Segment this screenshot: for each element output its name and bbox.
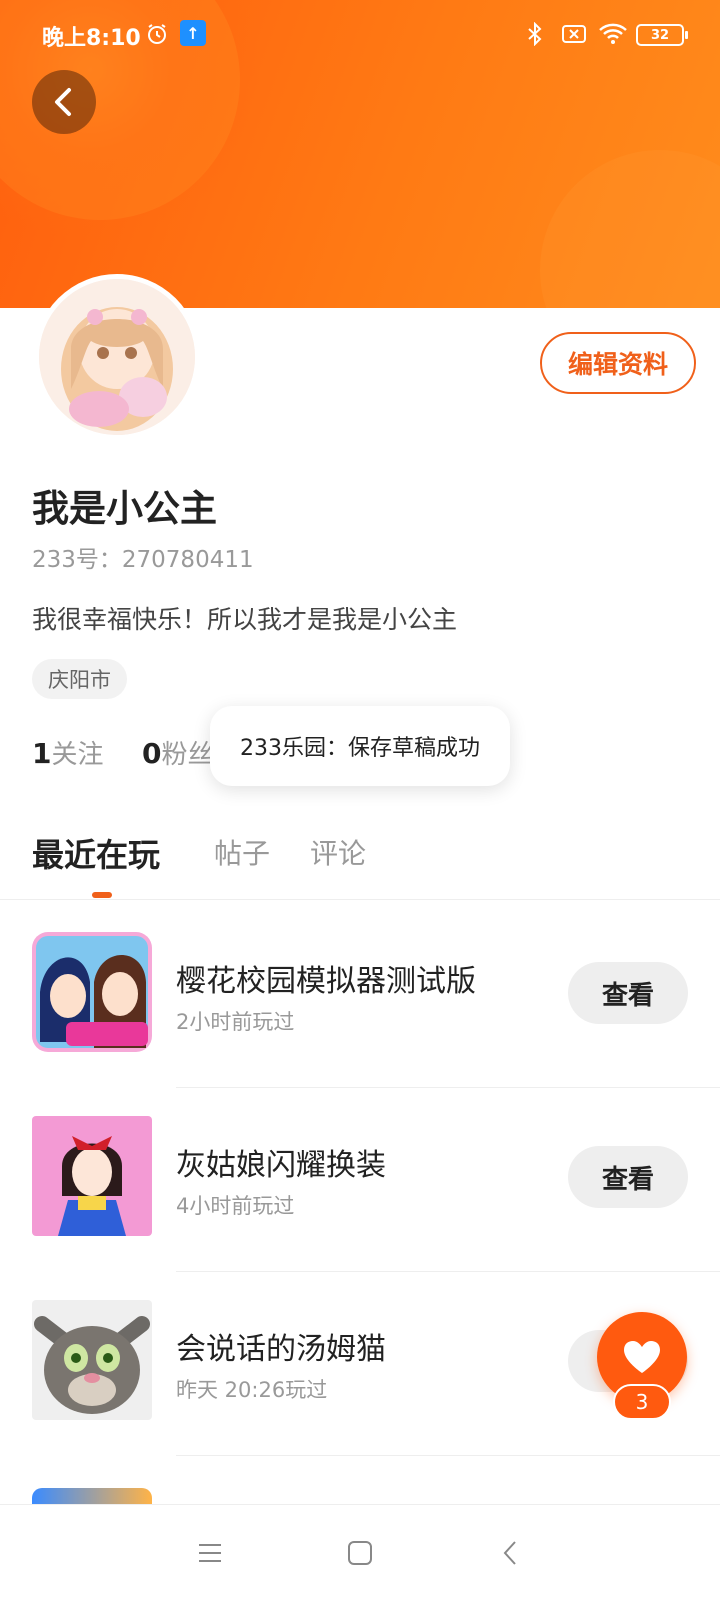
square-icon <box>348 1541 372 1565</box>
menu-icon <box>199 1544 221 1562</box>
avatar[interactable] <box>34 274 200 440</box>
edit-profile-button[interactable]: 编辑资料 <box>540 332 696 394</box>
tab-posts[interactable]: 帖子 <box>214 832 270 872</box>
status-time: 晚上8:10 <box>42 26 141 51</box>
game-name: 会说话的汤姆猫 <box>176 1332 386 1367</box>
upload-notification-icon: ↑ <box>180 20 206 46</box>
following-label: 关注 <box>51 740 104 770</box>
fans-label: 粉丝 <box>161 740 214 770</box>
no-sim-icon <box>560 20 588 48</box>
fans-stat[interactable]: 0粉丝 <box>142 734 214 771</box>
fans-count: 0 <box>142 737 162 770</box>
alarm-icon <box>144 20 170 48</box>
game-played-time: 4小时前玩过 <box>176 1194 295 1218</box>
game-row[interactable]: 灰姑娘闪耀换装 4小时前玩过 查看 <box>0 1088 720 1272</box>
username: 我是小公主 <box>32 487 217 530</box>
user-id: 233号：270780411 <box>32 547 254 573</box>
bio: 我很幸福快乐！所以我才是我是小公主 <box>32 605 458 634</box>
game-played-time: 2小时前玩过 <box>176 1010 295 1034</box>
system-back-button[interactable] <box>486 1529 534 1577</box>
game-icon-cinderella-dressup <box>32 1116 152 1236</box>
system-navigation-bar <box>0 1504 720 1600</box>
game-name: 灰姑娘闪耀换装 <box>176 1148 386 1183</box>
following-count: 1 <box>32 737 52 770</box>
tab-comments[interactable]: 评论 <box>310 832 366 872</box>
location-tag: 庆阳市 <box>32 659 127 699</box>
game-icon-talking-tom <box>32 1300 152 1420</box>
battery-icon: 32 <box>636 24 688 46</box>
profile-tabs: 最近在玩 帖子 评论 <box>0 820 720 900</box>
menu-button[interactable] <box>186 1529 234 1577</box>
home-button[interactable] <box>336 1529 384 1577</box>
tab-recently-played[interactable]: 最近在玩 <box>32 830 160 876</box>
status-bar: 晚上8:10 ↑ 32 <box>0 0 720 70</box>
chevron-left-icon <box>503 1541 516 1565</box>
chevron-left-icon <box>55 88 71 116</box>
tab-indicator <box>92 892 112 898</box>
like-count-badge: 3 <box>613 1384 671 1420</box>
following-stat[interactable]: 1关注 <box>32 734 104 771</box>
game-row[interactable]: 樱花校园模拟器测试版 2小时前玩过 查看 <box>0 904 720 1088</box>
game-name: 樱花校园模拟器测试版 <box>176 964 476 999</box>
heart-icon <box>624 1341 660 1373</box>
header-decoration <box>540 150 720 308</box>
view-button[interactable]: 查看 <box>568 962 688 1024</box>
game-icon-partial <box>32 1488 152 1504</box>
game-icon-sakura-school <box>32 932 152 1052</box>
toast-message: 233乐园：保存草稿成功 <box>210 706 510 786</box>
back-button[interactable] <box>32 70 96 134</box>
view-button[interactable]: 查看 <box>568 1146 688 1208</box>
divider <box>176 1455 720 1456</box>
bluetooth-icon <box>524 20 546 48</box>
game-played-time: 昨天 20:26玩过 <box>176 1378 328 1402</box>
wifi-icon <box>598 20 628 48</box>
